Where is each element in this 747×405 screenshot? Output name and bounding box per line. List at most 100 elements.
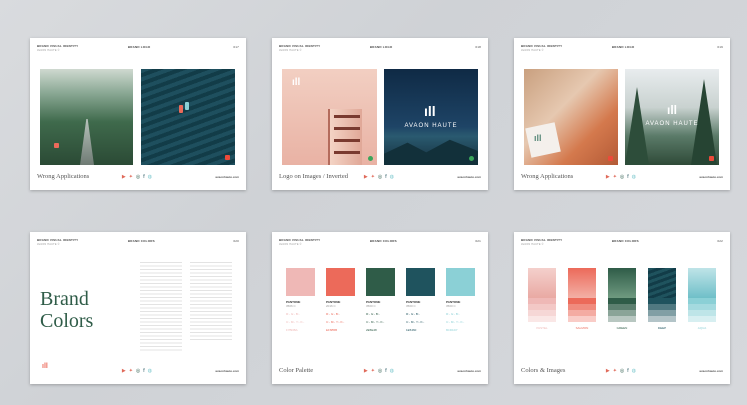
website-link[interactable]: avaonhaute.com [215, 175, 239, 179]
header-section: BRAND COLORS [611, 239, 639, 243]
card-footer: Colors & Images ▶✦◎f◍ avaonhaute.com [521, 367, 723, 377]
youtube-icon[interactable]: ▶ [606, 368, 613, 374]
skype-icon[interactable]: ◍ [390, 174, 397, 180]
card-footer: ▶✦◎f◍ avaonhaute.com [37, 367, 239, 377]
tint-block [648, 316, 676, 322]
youtube-icon[interactable]: ▶ [122, 368, 129, 374]
page-card-color-palette[interactable]: BRAND VISUAL IDENTITY AVAON HAUTE © BRAND… [272, 232, 488, 384]
page-card-wrong-applications-1[interactable]: BRAND VISUAL IDENTITY AVAON HAUTE © BRAND… [30, 38, 246, 190]
website-link[interactable]: avaonhaute.com [699, 369, 723, 373]
footer-title: Logo on Images / Inverted [279, 173, 348, 180]
page-card-brand-colors[interactable]: BRAND VISUAL IDENTITY AVAON HAUTE © BRAND… [30, 232, 246, 384]
youtube-icon[interactable]: ▶ [122, 174, 129, 180]
page-number: 022 [717, 239, 723, 243]
swatch-value: 1E5460 [406, 328, 417, 332]
swatch-value: 3506 C [286, 304, 296, 308]
swatch-value: C:- M:- Y:- K:- [446, 320, 465, 324]
youtube-icon[interactable]: ▶ [364, 174, 371, 180]
swatch-value: 3500 C [406, 304, 416, 308]
pine-forest-image: ıll AVAON HAUTE [625, 69, 719, 165]
skype-icon[interactable]: ◍ [148, 368, 155, 374]
website-link[interactable]: avaonhaute.com [699, 175, 723, 179]
logo-mark-icon: ıll [292, 77, 301, 88]
night-mountain-image: ıll AVAON HAUTE [384, 69, 478, 165]
swatch-info: PANTONE 3500 C R:- G:- B:- C:- M:- Y:- K:- 8… [446, 300, 478, 332]
header-section: BRAND LOGO [611, 45, 635, 49]
card-footer: Color Palette ▶✦◎f◍ avaonhaute.com [279, 367, 481, 377]
swatch-value: F7BDBA [286, 328, 298, 332]
ok-badge-icon [469, 156, 474, 161]
youtube-icon[interactable]: ▶ [606, 174, 613, 180]
color-swatch [286, 268, 315, 296]
header-title: BRAND VISUAL IDENTITY [37, 44, 79, 48]
website-link[interactable]: avaonhaute.com [457, 175, 481, 179]
website-link[interactable]: avaonhaute.com [457, 369, 481, 373]
header-title: BRAND VISUAL IDENTITY [521, 44, 563, 48]
page-number: 020 [233, 239, 239, 243]
pink-building-image: ıll [282, 69, 377, 165]
card-header: BRAND VISUAL IDENTITY AVAON HAUTE © BRAND… [37, 44, 239, 55]
page-card-wrong-applications-2[interactable]: BRAND VISUAL IDENTITY AVAON HAUTE © BRAND… [514, 38, 730, 190]
card-footer: Wrong Applications ▶✦◎f◍ avaonhaute.com [521, 173, 723, 183]
header-sub: AVAON HAUTE © [279, 242, 302, 246]
page-number: 018 [475, 45, 481, 49]
skype-icon[interactable]: ◍ [632, 174, 639, 180]
skype-icon[interactable]: ◍ [148, 174, 155, 180]
error-badge-icon [225, 155, 230, 160]
header-sub: AVAON HAUTE © [279, 48, 302, 52]
card-header: BRAND VISUAL IDENTITY AVAON HAUTE © BRAND… [279, 238, 481, 249]
twitter-icon[interactable]: ✦ [129, 174, 136, 180]
page-number: 019 [717, 45, 723, 49]
ok-badge-icon [368, 156, 373, 161]
header-title: BRAND VISUAL IDENTITY [279, 44, 321, 48]
color-image-tile [608, 268, 636, 298]
strip-label: SALMON [575, 326, 589, 330]
card-header: BRAND VISUAL IDENTITY AVAON HAUTE © BRAND… [521, 44, 723, 55]
twitter-icon[interactable]: ✦ [371, 174, 378, 180]
page-card-logo-on-images[interactable]: BRAND VISUAL IDENTITY AVAON HAUTE © BRAND… [272, 38, 488, 190]
skype-icon[interactable]: ◍ [632, 368, 639, 374]
logo-mark-icon [185, 102, 189, 110]
twitter-icon[interactable]: ✦ [613, 174, 620, 180]
header-sub: AVAON HAUTE © [37, 48, 60, 52]
logo-mark-icon: ıll [534, 133, 542, 143]
swatch-value: R:- G:- B:- [406, 312, 420, 316]
swatch-value: C:- M:- Y:- K:- [366, 320, 385, 324]
card-footer: Logo on Images / Inverted ▶✦◎f◍ avaonhau… [279, 173, 481, 183]
tint-block [568, 316, 596, 322]
page-card-colors-and-images[interactable]: BRAND VISUAL IDENTITY AVAON HAUTE © BRAND… [514, 232, 730, 384]
swatch-value: 2016 C [326, 304, 336, 308]
section-title-line-1: Brand [40, 288, 89, 310]
twitter-icon[interactable]: ✦ [613, 368, 620, 374]
footer-title: Wrong Applications [521, 173, 574, 180]
swatch-value: C:- M:- Y:- K:- [326, 320, 345, 324]
color-swatch [406, 268, 435, 296]
twitter-icon[interactable]: ✦ [371, 368, 378, 374]
social-icons: ▶✦◎f◍ [122, 368, 155, 374]
footer-title: Wrong Applications [37, 173, 90, 180]
website-link[interactable]: avaonhaute.com [215, 369, 239, 373]
skype-icon[interactable]: ◍ [390, 368, 397, 374]
logo-mark-icon [54, 143, 59, 148]
color-image-tile [568, 268, 596, 298]
social-icons: ▶✦◎f◍ [364, 368, 397, 374]
tint-block [528, 316, 556, 322]
swatch-value: 2E5E48 [366, 328, 377, 332]
swatch-value: 3500 C [366, 304, 376, 308]
swatch-info: PANTONE 2016 C R:- G:- B:- C:- M:- Y:- K:- E… [326, 300, 358, 332]
section-title: Brand Colors [40, 288, 93, 332]
social-icons: ▶✦◎f◍ [122, 174, 155, 180]
youtube-icon[interactable]: ▶ [364, 368, 371, 374]
header-title: BRAND VISUAL IDENTITY [37, 238, 79, 242]
error-badge-icon [709, 156, 714, 161]
card-footer: Wrong Applications ▶✦◎f◍ avaonhaute.com [37, 173, 239, 183]
person-writing-image: ıll [524, 69, 618, 165]
header-section: BRAND COLORS [127, 239, 155, 243]
swatch-info: PANTONE 3500 C R:- G:- B:- C:- M:- Y:- K:- 2… [366, 300, 398, 332]
header-section: BRAND LOGO [369, 45, 393, 49]
color-image-tile [688, 268, 716, 298]
swatch-value: R:- G:- B:- [446, 312, 460, 316]
footer-title: Color Palette [279, 367, 314, 374]
twitter-icon[interactable]: ✦ [129, 368, 136, 374]
social-icons: ▶✦◎f◍ [364, 174, 397, 180]
